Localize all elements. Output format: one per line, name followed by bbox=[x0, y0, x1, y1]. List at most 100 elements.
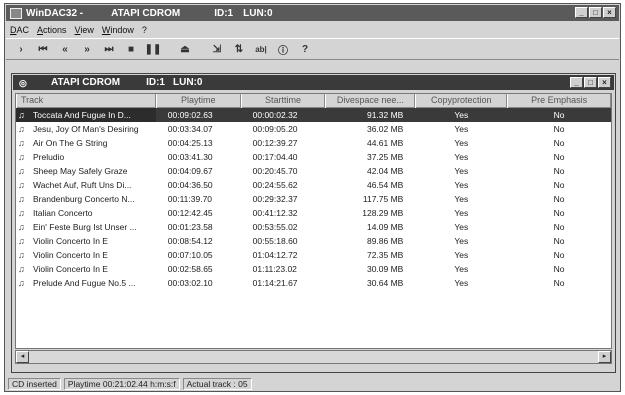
menu-help[interactable]: ? bbox=[142, 25, 147, 35]
audio-track-icon: ♫ bbox=[18, 278, 25, 288]
skip-back-icon[interactable]: ⏮ bbox=[34, 41, 52, 57]
table-row[interactable]: ♫ Prelude And Fugue No.5 ... 00:03:02.10 01… bbox=[16, 276, 611, 290]
preemphasis-cell: No bbox=[553, 208, 565, 218]
menu-actions[interactable]: Actions bbox=[37, 25, 67, 35]
fast-forward-icon[interactable]: » bbox=[78, 41, 96, 57]
starttime-cell: 01:04:12.72 bbox=[252, 250, 298, 260]
table-row[interactable]: ♫ Italian Concerto 00:12:42.45 00:41:12.32 1… bbox=[16, 206, 611, 220]
status-playtime: Playtime 00:21:02.44 h:m:s:f bbox=[63, 377, 180, 390]
col-copyprotection[interactable]: Copyprotection bbox=[415, 94, 508, 108]
info-icon[interactable]: ⓘ bbox=[274, 41, 292, 57]
table-row[interactable]: ♫ Violin Concerto In E 00:08:54.12 00:55:18… bbox=[16, 234, 611, 248]
toolbar-separator bbox=[198, 41, 204, 57]
copyprotection-cell: Yes bbox=[454, 222, 469, 232]
track-cell: ♫ Ein' Feste Burg Ist Unser ... bbox=[16, 220, 156, 234]
drivespace-cell: 46.54 MB bbox=[366, 180, 404, 190]
drivespace-cell: 36.02 MB bbox=[366, 124, 404, 134]
track-title: Violin Concerto In E bbox=[33, 250, 108, 260]
rename-icon[interactable]: ab| bbox=[252, 41, 270, 57]
copyprotection-cell: Yes bbox=[454, 208, 469, 218]
col-preemphasis[interactable]: Pre Emphasis bbox=[507, 94, 611, 108]
copyprotection-cell: Yes bbox=[454, 194, 469, 204]
cd-icon: ◎ bbox=[19, 77, 27, 88]
help-icon[interactable]: ? bbox=[296, 41, 314, 57]
audio-track-icon: ♫ bbox=[18, 138, 25, 148]
col-track[interactable]: Track bbox=[16, 94, 156, 108]
copyprotection-cell: Yes bbox=[454, 264, 469, 274]
preemphasis-cell: No bbox=[553, 124, 565, 134]
table-row[interactable]: ♫ Sheep May Safely Graze 00:04:09.67 00:20:… bbox=[16, 164, 611, 178]
playtime-cell: 00:07:10.05 bbox=[167, 250, 213, 260]
playtime-cell: 00:03:02.10 bbox=[167, 278, 213, 288]
table-row[interactable]: ♫ Air On The G String 00:04:25.13 00:12:39.… bbox=[16, 136, 611, 150]
maximize-button[interactable]: □ bbox=[589, 7, 602, 18]
scroll-right-icon[interactable]: ▸ bbox=[598, 351, 611, 363]
close-button[interactable]: × bbox=[603, 7, 616, 18]
pause-icon[interactable]: ❚❚ bbox=[144, 41, 162, 57]
col-playtime[interactable]: Playtime bbox=[155, 94, 241, 108]
track-rows: ♫ Toccata And Fugue In D... 00:09:02.63 00:… bbox=[16, 108, 611, 290]
preemphasis-cell: No bbox=[553, 166, 565, 176]
col-drivespace[interactable]: Divespace nee... bbox=[325, 94, 416, 108]
rewind-icon[interactable]: « bbox=[56, 41, 74, 57]
track-title: Italian Concerto bbox=[33, 208, 93, 218]
table-row[interactable]: ♫ Toccata And Fugue In D... 00:09:02.63 00:… bbox=[16, 108, 611, 122]
table-row[interactable]: ♫ Ein' Feste Burg Ist Unser ... 00:01:23.5… bbox=[16, 220, 611, 234]
track-cell: ♫ Violin Concerto In E bbox=[16, 234, 156, 248]
table-row[interactable]: ♫ Brandenburg Concerto N... 00:11:39.70 00:… bbox=[16, 192, 611, 206]
child-drive: ATAPI CDROM bbox=[51, 77, 121, 88]
playtime-cell: 00:02:58.65 bbox=[167, 264, 213, 274]
audio-track-icon: ♫ bbox=[18, 166, 25, 176]
menu-view[interactable]: View bbox=[75, 25, 94, 35]
title-app: WinDAC32 - bbox=[26, 7, 84, 19]
track-title: Ein' Feste Burg Ist Unser ... bbox=[33, 222, 137, 232]
track-list[interactable]: Track Playtime Starttime Divespace nee..… bbox=[15, 93, 612, 349]
playtime-cell: 00:11:39.70 bbox=[167, 194, 213, 204]
drivespace-cell: 37.25 MB bbox=[366, 152, 404, 162]
track-cell: ♫ Prelude And Fugue No.5 ... bbox=[16, 276, 156, 290]
copyprotection-cell: Yes bbox=[454, 250, 469, 260]
drivespace-cell: 30.64 MB bbox=[366, 278, 404, 288]
horizontal-scrollbar[interactable]: ◂ ▸ bbox=[15, 350, 612, 364]
table-row[interactable]: ♫ Preludio 00:03:41.30 00:17:04.40 37.25 MB Y… bbox=[16, 150, 611, 164]
drivespace-cell: 30.09 MB bbox=[366, 264, 404, 274]
copy-multi-icon[interactable]: ⇅ bbox=[230, 41, 248, 57]
audio-track-icon: ♫ bbox=[18, 194, 25, 204]
table-row[interactable]: ♫ Violin Concerto In E 00:07:10.05 01:04:12… bbox=[16, 248, 611, 262]
title-bar: WinDAC32 - ATAPI CDROM ID:1 LUN:0 _ □ × bbox=[6, 5, 619, 21]
track-cell: ♫ Italian Concerto bbox=[16, 206, 156, 220]
preemphasis-cell: No bbox=[553, 194, 565, 204]
minimize-button[interactable]: _ bbox=[575, 7, 588, 18]
audio-track-icon: ♫ bbox=[18, 124, 25, 134]
col-starttime[interactable]: Starttime bbox=[240, 94, 326, 108]
menu-window[interactable]: Window bbox=[102, 25, 134, 35]
starttime-cell: 00:29:32.37 bbox=[252, 194, 298, 204]
drivespace-cell: 42.04 MB bbox=[366, 166, 404, 176]
preemphasis-cell: No bbox=[507, 108, 611, 122]
track-title: Air On The G String bbox=[33, 138, 108, 148]
starttime-cell: 00:24:55.62 bbox=[252, 180, 298, 190]
copyprotection-cell: Yes bbox=[454, 236, 469, 246]
playtime-cell: 00:09:02.63 bbox=[155, 108, 241, 122]
child-minimize-button[interactable]: _ bbox=[570, 77, 583, 88]
play-icon[interactable]: › bbox=[12, 41, 30, 57]
drivespace-cell: 44.61 MB bbox=[366, 138, 404, 148]
audio-track-icon: ♫ bbox=[18, 222, 25, 232]
child-maximize-button[interactable]: □ bbox=[584, 77, 597, 88]
track-cell: ♫ Preludio bbox=[16, 150, 156, 164]
child-close-button[interactable]: × bbox=[598, 77, 611, 88]
menu-dac[interactable]: DAC bbox=[10, 25, 29, 35]
title-id: ID:1 bbox=[214, 7, 234, 19]
playtime-cell: 00:12:42.45 bbox=[167, 208, 213, 218]
eject-icon[interactable]: ⏏ bbox=[176, 41, 194, 57]
table-row[interactable]: ♫ Wachet Auf, Ruft Uns Di... 00:04:36.50 00… bbox=[16, 178, 611, 192]
starttime-cell: 00:00:02.32 bbox=[240, 108, 326, 122]
table-row[interactable]: ♫ Violin Concerto In E 00:02:58.65 01:11:23… bbox=[16, 262, 611, 276]
copy-icon[interactable]: ⇲ bbox=[208, 41, 226, 57]
table-row[interactable]: ♫ Jesu, Joy Of Man's Desiring 00:03:34.07 0… bbox=[16, 122, 611, 136]
track-title: Preludio bbox=[33, 152, 65, 162]
scroll-left-icon[interactable]: ◂ bbox=[16, 351, 29, 363]
stop-icon[interactable]: ■ bbox=[122, 41, 140, 57]
starttime-cell: 00:53:55.02 bbox=[252, 222, 298, 232]
skip-forward-icon[interactable]: ⏭ bbox=[100, 41, 118, 57]
